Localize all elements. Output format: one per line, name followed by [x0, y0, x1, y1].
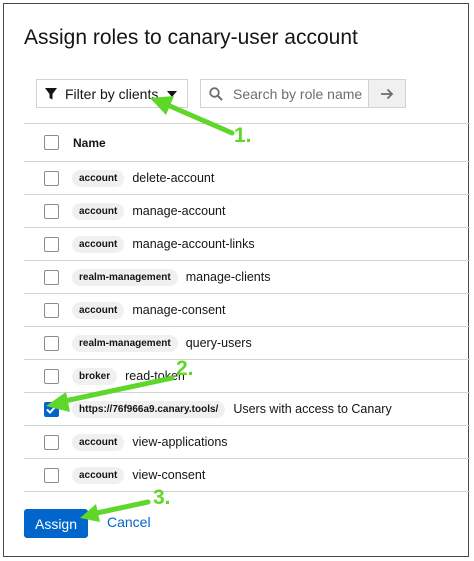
role-name: manage-clients [185, 270, 271, 284]
row-checkbox[interactable] [44, 401, 59, 417]
row-checkbox[interactable] [44, 302, 59, 318]
annotation-step-3: 3. [153, 486, 171, 509]
filter-dropdown[interactable]: Filter by clients [36, 79, 188, 108]
role-name: query-users [185, 336, 252, 350]
role-name: manage-consent [132, 303, 226, 317]
column-header-name: Name [73, 135, 106, 150]
role-name: delete-account [132, 171, 215, 185]
client-badge: broker [72, 367, 118, 385]
row-checkbox[interactable] [44, 335, 59, 351]
filter-icon [44, 87, 58, 101]
table-row: account manage-account-links [24, 228, 470, 261]
client-badge: account [72, 235, 125, 253]
row-checkbox[interactable] [44, 467, 59, 483]
table-row: account delete-account [24, 162, 470, 195]
row-checkbox[interactable] [44, 434, 59, 450]
annotation-step-1: 1. [234, 124, 252, 147]
assign-button[interactable]: Assign [24, 509, 88, 538]
dialog-title: Assign roles to canary-user account [24, 26, 358, 49]
row-checkbox[interactable] [44, 170, 59, 186]
client-badge: realm-management [72, 268, 178, 286]
roles-table: Name account delete-account account manage-… [24, 123, 470, 492]
table-row: broker read-token [24, 360, 470, 393]
client-badge: account [72, 301, 125, 319]
row-checkbox[interactable] [44, 236, 59, 252]
client-badge: account [72, 169, 125, 187]
row-checkbox[interactable] [44, 203, 59, 219]
table-row: https://76f966a9.canary.tools/Users with… [24, 393, 470, 426]
row-checkbox[interactable] [44, 368, 59, 384]
filter-label: Filter by clients [65, 85, 159, 102]
row-checkbox[interactable] [44, 269, 59, 285]
caret-down-icon [167, 90, 177, 98]
arrow-right-icon [380, 88, 394, 100]
role-name: manage-account [132, 204, 226, 218]
client-badge: https://76f966a9.canary.tools/ [72, 400, 226, 418]
table-row: account view-consent [24, 459, 470, 492]
table-row: realm-management query-users [24, 327, 470, 360]
table-row: account manage-account [24, 195, 470, 228]
search-box [200, 79, 406, 108]
check-icon [46, 404, 57, 414]
annotation-step-2: 2. [176, 357, 194, 380]
cancel-button[interactable]: Cancel [107, 514, 151, 530]
role-name: view-applications [132, 435, 228, 449]
search-icon [209, 86, 223, 101]
client-badge: account [72, 202, 125, 220]
client-badge: account [72, 466, 125, 484]
table-row: account manage-consent [24, 294, 470, 327]
table-row: realm-management manage-clients [24, 261, 470, 294]
search-submit-button[interactable] [368, 80, 405, 107]
search-input[interactable] [231, 84, 375, 103]
table-row: account view-applications [24, 426, 470, 459]
role-name: Users with access to Canary [233, 402, 392, 416]
role-name: manage-account-links [132, 237, 255, 251]
client-badge: realm-management [72, 334, 178, 352]
role-name: view-consent [132, 468, 206, 482]
select-all-checkbox[interactable] [44, 135, 59, 150]
client-badge: account [72, 433, 125, 451]
